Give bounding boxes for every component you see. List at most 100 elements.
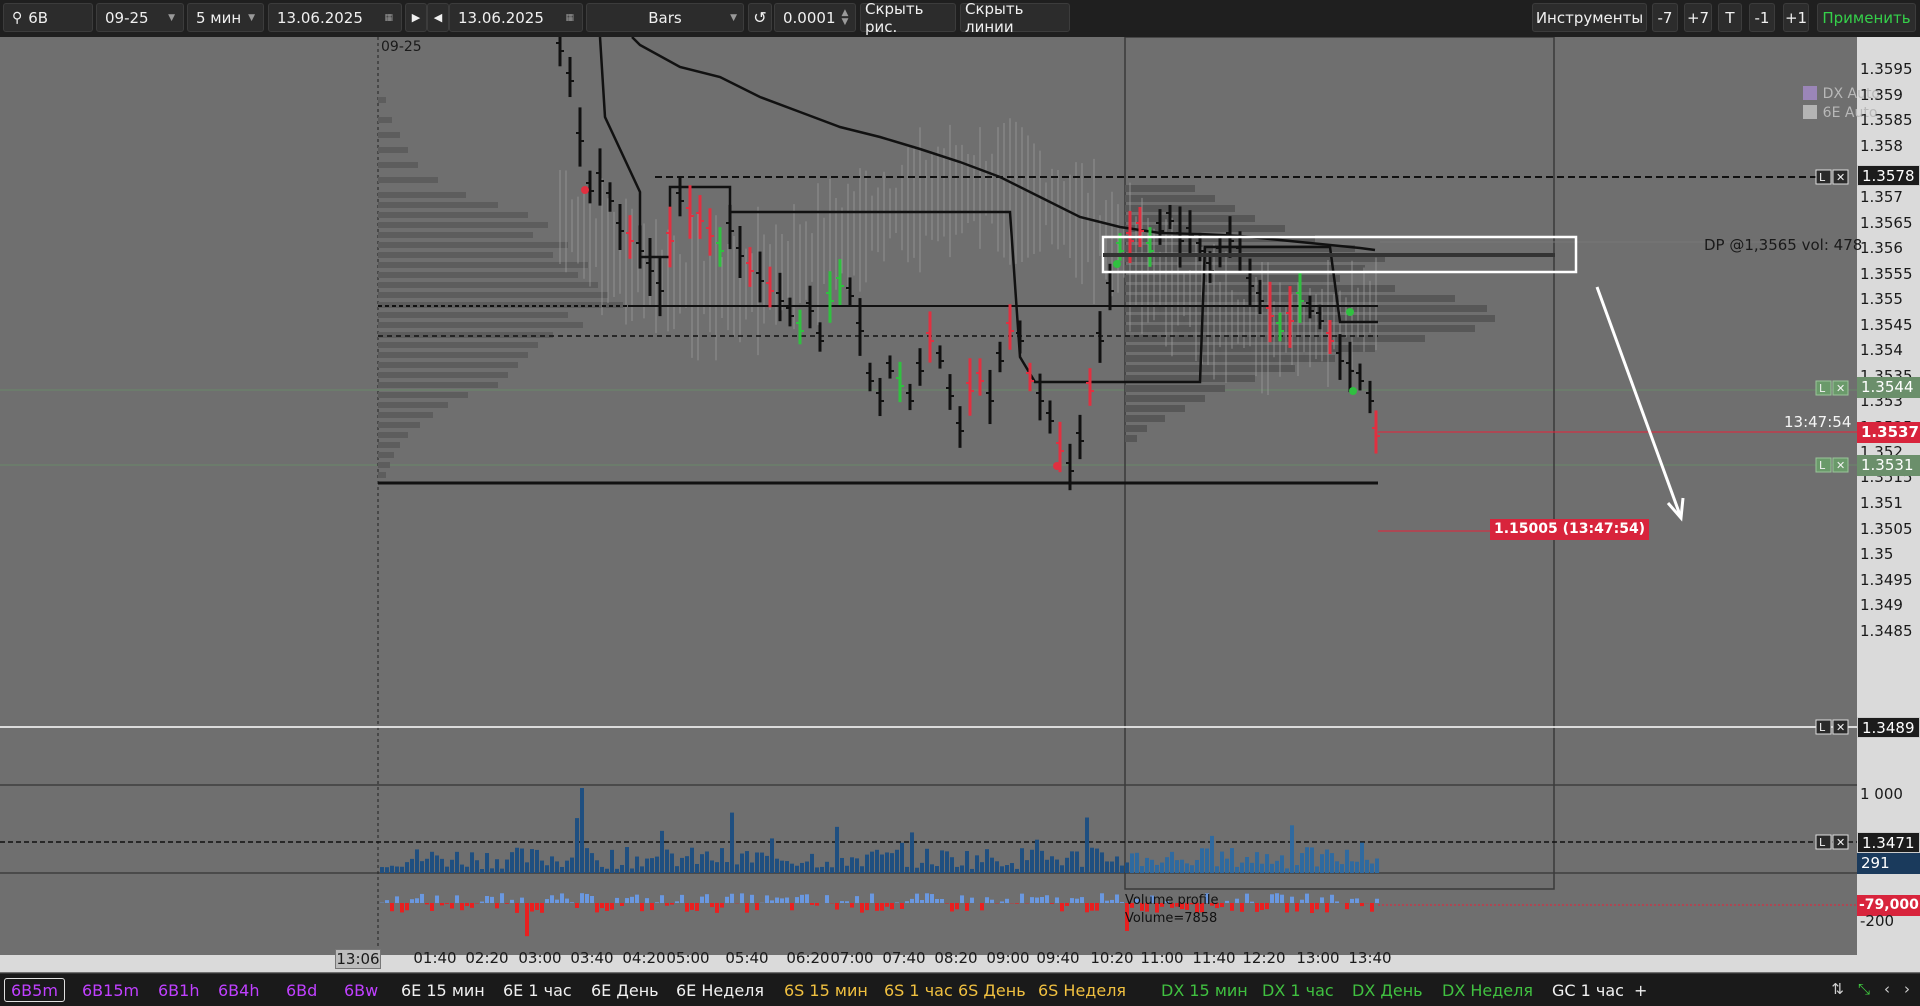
delta-bar <box>680 895 684 903</box>
price-tag-1-3578[interactable]: 1.3578 <box>1857 165 1920 186</box>
chevron-right-icon[interactable]: › <box>1904 980 1910 998</box>
delta-bar <box>895 902 899 903</box>
volume-bar <box>545 865 549 873</box>
volume-bar <box>1155 865 1159 873</box>
price-tag-1-3544[interactable]: 1.3544 <box>1857 377 1920 398</box>
chart-area[interactable]: L ✕ L ✕ L ✕ L ✕ L ✕ 09-25 DX Auto 6E Aut… <box>0 37 1920 972</box>
volume-bar <box>1300 853 1304 873</box>
sort-icon[interactable]: ⇅ <box>1831 980 1844 998</box>
tab-+[interactable]: + <box>1628 978 1653 1002</box>
volume-bar <box>1130 853 1134 873</box>
date-to-field[interactable]: 13.06.2025▦ <box>449 3 583 32</box>
volume-bar <box>665 850 669 873</box>
delta-bar <box>710 903 714 907</box>
hide-lines-button[interactable]: Скрыть линии <box>960 3 1070 32</box>
volume-bar <box>400 867 404 873</box>
volume-bar <box>915 868 919 873</box>
price-alert-label[interactable]: 1.15005 (13:47:54) <box>1490 519 1649 540</box>
volume-bar <box>1290 825 1294 873</box>
volume-bar <box>875 850 879 873</box>
hide-drawings-button[interactable]: Скрыть рис. <box>860 3 956 32</box>
t-button[interactable]: T <box>1718 3 1742 32</box>
minus1-button[interactable]: -1 <box>1749 3 1775 32</box>
play-forward-button[interactable]: ▶ <box>405 3 427 32</box>
signal-dot <box>1346 308 1354 316</box>
apply-button[interactable]: Применить <box>1817 3 1916 32</box>
tab-6s-1-час[interactable]: 6S 1 час <box>878 978 959 1002</box>
delta-bar <box>1055 897 1059 903</box>
delta-bar <box>790 903 794 910</box>
date-from-field[interactable]: 13.06.2025▦ <box>268 3 402 32</box>
delta-bar <box>585 894 589 903</box>
tab-6bw[interactable]: 6Bw <box>338 978 384 1002</box>
tab-6e-1-час[interactable]: 6E 1 час <box>497 978 578 1002</box>
volume-bar <box>980 862 984 873</box>
delta-bar <box>765 895 769 903</box>
price-tag-1-3489[interactable]: 1.3489 <box>1857 717 1920 738</box>
tools-button[interactable]: Инструменты <box>1532 3 1647 32</box>
tab-6s-15-мин[interactable]: 6S 15 мин <box>778 978 874 1002</box>
tab-6bd[interactable]: 6Bd <box>280 978 323 1002</box>
volume-bar <box>1210 836 1214 873</box>
delta-bar <box>570 902 574 903</box>
volume-bar <box>1275 861 1279 873</box>
tab-dx-неделя[interactable]: DX Неделя <box>1436 978 1539 1002</box>
volume-bar <box>850 857 854 873</box>
delta-bar <box>390 903 394 911</box>
volume-bar <box>640 866 644 873</box>
tab-6b5m[interactable]: 6B5m <box>4 978 65 1002</box>
tab-6e-день[interactable]: 6E День <box>585 978 665 1002</box>
tab-dx-1-час[interactable]: DX 1 час <box>1256 978 1340 1002</box>
chevron-left-icon[interactable]: ‹ <box>1884 980 1890 998</box>
volume-bar <box>525 862 529 873</box>
tab-6b1h[interactable]: 6B1h <box>152 978 205 1002</box>
step-stepper[interactable]: 0.0001▲▼ <box>774 3 856 32</box>
profile-bar <box>378 452 394 458</box>
profile-bar <box>378 352 528 358</box>
delta-bar <box>800 895 804 903</box>
delta-bar <box>1295 903 1299 912</box>
time-axis-label: 06:20 <box>786 949 830 967</box>
delta-bar <box>395 896 399 903</box>
volume-bar <box>575 818 579 873</box>
chart-tabs-bar: 6B5m 6B15m 6B1h 6B4h 6Bd 6Bw 6E 15 мин6E 1 час… <box>0 973 1920 1006</box>
delta-bar <box>610 903 614 910</box>
timeframe-select[interactable]: 5 мин▼ <box>187 3 264 32</box>
chart-type-select[interactable]: Bars▼ <box>586 3 744 32</box>
plus1-button[interactable]: +1 <box>1783 3 1809 32</box>
tab-6s-день[interactable]: 6S День <box>952 978 1032 1002</box>
profile-bar <box>378 382 498 388</box>
delta-bar <box>885 903 889 907</box>
reset-button[interactable]: ↺ <box>748 3 772 32</box>
plus7-button[interactable]: +7 <box>1684 3 1712 32</box>
price-tag-1-3531[interactable]: 1.3531 <box>1857 455 1920 476</box>
symbol-search[interactable]: ⚲ 6B <box>3 3 93 32</box>
price-chart-canvas[interactable]: L ✕ L ✕ L ✕ L ✕ L ✕ <box>0 37 1920 972</box>
volume-bar <box>570 858 574 873</box>
volume-bar <box>690 848 694 873</box>
price-tag-1-3471[interactable]: 1.3471 <box>1857 832 1920 853</box>
volume-bar <box>1145 858 1149 873</box>
price-axis-label: 1.3505 <box>1860 520 1913 538</box>
contract-label: 09-25 <box>381 39 422 55</box>
contract-select[interactable]: 09-25▼ <box>96 3 184 32</box>
delta-bar <box>495 903 499 908</box>
tab-dx-15-мин[interactable]: DX 15 мин <box>1155 978 1254 1002</box>
tab-gc-1-час[interactable]: GC 1 час <box>1546 978 1630 1002</box>
tab-6s-неделя[interactable]: 6S Неделя <box>1032 978 1132 1002</box>
expand-icon[interactable]: ⤡ <box>1858 980 1870 998</box>
chevron-down-icon: ▼ <box>162 13 175 23</box>
profile-bar <box>378 192 466 198</box>
delta-bar <box>640 903 644 911</box>
delta-bar <box>510 900 514 903</box>
current-price-tag[interactable]: 1.3537 <box>1857 422 1920 443</box>
tab-6e-неделя[interactable]: 6E Неделя <box>670 978 770 1002</box>
legend-swatch <box>1803 86 1817 100</box>
tab-6e-15-мин[interactable]: 6E 15 мин <box>395 978 491 1002</box>
tab-6b4h[interactable]: 6B4h <box>212 978 265 1002</box>
minus7-button[interactable]: -7 <box>1652 3 1678 32</box>
tab-6b15m[interactable]: 6B15m <box>76 978 145 1002</box>
step-back-button[interactable]: ◀ <box>427 3 449 32</box>
search-icon: ⚲ <box>12 10 22 26</box>
tab-dx-день[interactable]: DX День <box>1346 978 1429 1002</box>
